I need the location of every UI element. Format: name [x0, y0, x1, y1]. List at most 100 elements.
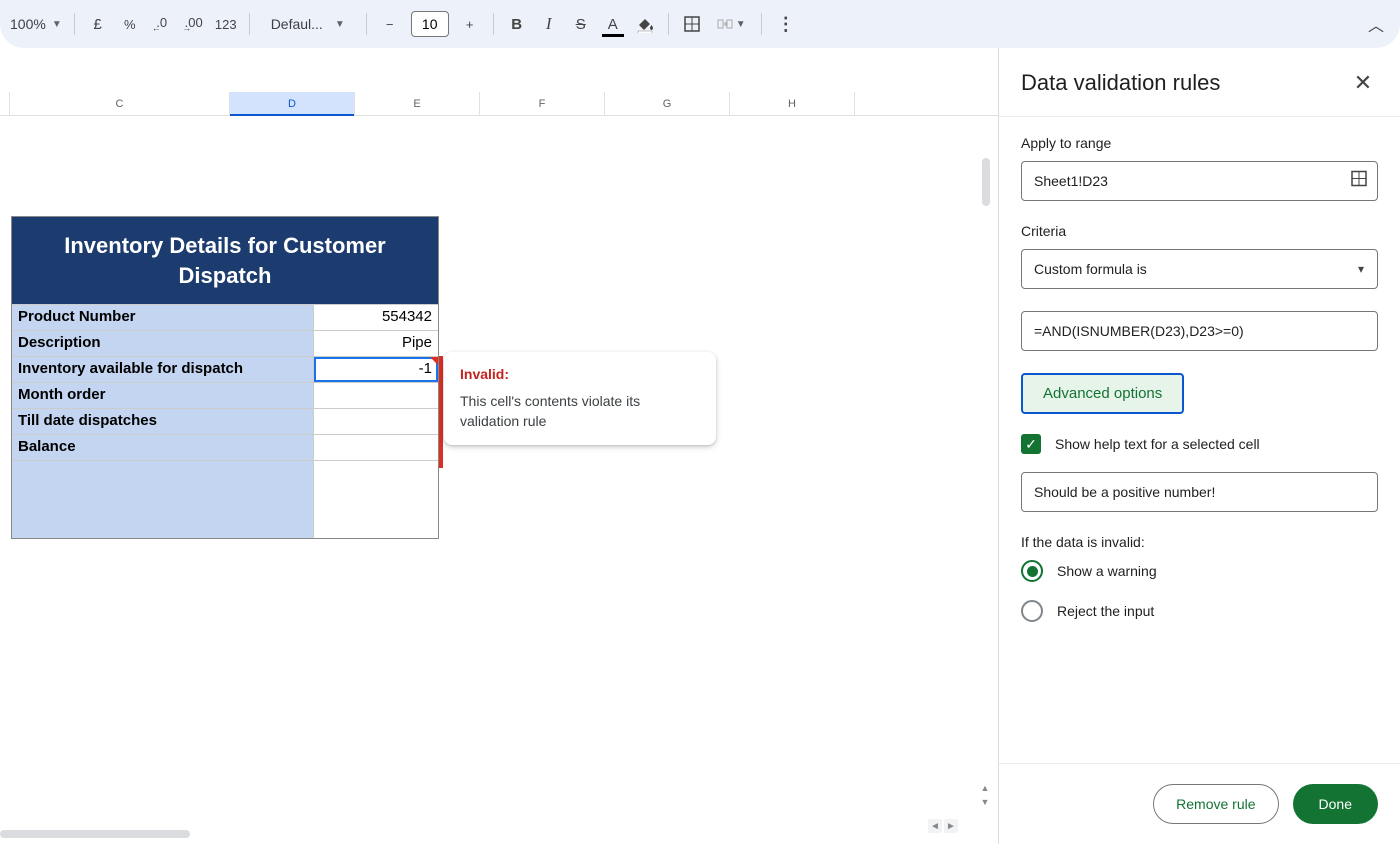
- column-header-d[interactable]: D: [230, 92, 355, 115]
- inventory-row-value[interactable]: Pipe: [314, 331, 438, 356]
- inventory-empty-rows: [12, 460, 438, 538]
- inventory-row-value[interactable]: [314, 435, 438, 460]
- column-header-e[interactable]: E: [355, 92, 480, 115]
- row-header-gutter: [0, 92, 10, 115]
- increase-fontsize-button[interactable]: +: [455, 9, 485, 39]
- invalid-data-label: If the data is invalid:: [1021, 534, 1378, 550]
- apply-range-input[interactable]: [1021, 161, 1378, 201]
- help-text-checkbox-row: ✓ Show help text for a selected cell: [1021, 434, 1378, 454]
- close-button[interactable]: ✕: [1348, 68, 1378, 98]
- radio-show-warning[interactable]: [1021, 560, 1043, 582]
- validation-tooltip-body: This cell's contents violate its validat…: [460, 392, 700, 431]
- validation-tooltip-title: Invalid:: [460, 366, 700, 382]
- fill-color-button[interactable]: [630, 9, 660, 39]
- inventory-row-label: Description: [12, 331, 314, 356]
- radio-reject-input-row: Reject the input: [1021, 600, 1378, 622]
- caret-down-icon: ▼: [736, 19, 746, 30]
- toolbar: 100% ▼ £ % .0← .00→ 123 Defaul... ▼ − + …: [0, 0, 1400, 48]
- inventory-row-label: Till date dispatches: [12, 409, 314, 434]
- borders-button[interactable]: [677, 9, 707, 39]
- bold-button[interactable]: B: [502, 9, 532, 39]
- inventory-row: Month order: [12, 382, 438, 408]
- sheet-nav-arrows: ◄ ►: [928, 819, 958, 833]
- select-range-icon[interactable]: [1350, 170, 1368, 193]
- radio-reject-input[interactable]: [1021, 600, 1043, 622]
- inventory-row-value[interactable]: [314, 383, 438, 408]
- inventory-row: Till date dispatches: [12, 408, 438, 434]
- text-color-button[interactable]: A: [598, 9, 628, 39]
- sidebar-title: Data validation rules: [1021, 70, 1220, 96]
- validation-tooltip: Invalid: This cell's contents violate it…: [444, 352, 716, 445]
- separator: [493, 13, 494, 35]
- separator: [249, 13, 250, 35]
- strikethrough-button[interactable]: S: [566, 9, 596, 39]
- data-validation-sidebar: Data validation rules ✕ Apply to range C…: [998, 48, 1400, 844]
- radio-show-warning-label: Show a warning: [1057, 563, 1157, 579]
- separator: [668, 13, 669, 35]
- radio-reject-input-label: Reject the input: [1057, 603, 1154, 619]
- chevron-up-icon: ︿: [1368, 12, 1384, 36]
- sidebar-header: Data validation rules ✕: [999, 48, 1400, 116]
- italic-button[interactable]: I: [534, 9, 564, 39]
- inventory-row-label: Inventory available for dispatch: [12, 357, 314, 382]
- help-text-checkbox[interactable]: ✓: [1021, 434, 1041, 454]
- inventory-row-value[interactable]: 554342: [314, 305, 438, 330]
- inventory-row: Product Number554342: [12, 304, 438, 330]
- inventory-row-label: Month order: [12, 383, 314, 408]
- inventory-row-value[interactable]: [314, 409, 438, 434]
- separator: [366, 13, 367, 35]
- formula-input[interactable]: [1021, 311, 1378, 351]
- scroll-down-icon[interactable]: ▼: [980, 796, 990, 808]
- criteria-label: Criteria: [1021, 223, 1378, 239]
- more-vert-icon: ⋮: [777, 14, 793, 35]
- fontsize-input[interactable]: [411, 11, 449, 37]
- sidebar-body: Apply to range Criteria Custom formula i…: [999, 117, 1400, 763]
- inventory-title: Inventory Details for Customer Dispatch: [12, 217, 438, 304]
- help-text-input[interactable]: [1021, 472, 1378, 512]
- remove-rule-button[interactable]: Remove rule: [1153, 784, 1278, 824]
- column-header-c[interactable]: C: [10, 92, 230, 115]
- scrollbar-thumb[interactable]: [0, 830, 190, 838]
- inventory-row-label: Product Number: [12, 305, 314, 330]
- zoom-value: 100%: [10, 16, 46, 32]
- decrease-fontsize-button[interactable]: −: [375, 9, 405, 39]
- vertical-scrollbar[interactable]: ▲ ▼: [980, 108, 990, 808]
- arrow-right-icon[interactable]: ►: [944, 819, 958, 833]
- sidebar-footer: Remove rule Done: [999, 763, 1400, 844]
- scrollbar-thumb[interactable]: [982, 158, 990, 206]
- format-123-button[interactable]: 123: [211, 9, 241, 39]
- font-name: Defaul...: [271, 16, 323, 32]
- main-area: CDEFGH Inventory Details for Customer Di…: [0, 48, 1400, 844]
- increase-decimal-button[interactable]: .00→: [179, 9, 209, 39]
- merge-icon: [716, 15, 734, 33]
- collapse-toolbar-button[interactable]: ︿: [1358, 9, 1394, 39]
- inventory-row-value[interactable]: -1: [314, 357, 438, 382]
- paint-bucket-icon: [636, 15, 654, 33]
- currency-button[interactable]: £: [83, 9, 113, 39]
- apply-range-label: Apply to range: [1021, 135, 1378, 151]
- borders-icon: [683, 15, 701, 33]
- column-header-h[interactable]: H: [730, 92, 855, 115]
- percent-button[interactable]: %: [115, 9, 145, 39]
- arrow-left-icon[interactable]: ◄: [928, 819, 942, 833]
- separator: [761, 13, 762, 35]
- decrease-decimal-button[interactable]: .0←: [147, 9, 177, 39]
- done-button[interactable]: Done: [1293, 784, 1378, 824]
- scroll-up-icon[interactable]: ▲: [980, 782, 990, 794]
- horizontal-scrollbar[interactable]: [0, 830, 960, 840]
- inventory-row: Inventory available for dispatch-1: [12, 356, 438, 382]
- more-button[interactable]: ⋮: [770, 9, 800, 39]
- column-header-g[interactable]: G: [605, 92, 730, 115]
- font-dropdown[interactable]: Defaul... ▼: [258, 9, 358, 39]
- caret-down-icon: ▼: [335, 19, 345, 30]
- spreadsheet-grid[interactable]: CDEFGH Inventory Details for Customer Di…: [0, 48, 998, 844]
- inventory-row: DescriptionPipe: [12, 330, 438, 356]
- column-header-f[interactable]: F: [480, 92, 605, 115]
- validation-error-marker: [439, 356, 443, 468]
- advanced-options-button[interactable]: Advanced options: [1021, 373, 1184, 414]
- zoom-dropdown[interactable]: 100% ▼: [6, 9, 66, 39]
- criteria-dropdown[interactable]: Custom formula is: [1021, 249, 1378, 289]
- merge-cells-button[interactable]: ▼: [709, 9, 753, 39]
- inventory-row: Balance: [12, 434, 438, 460]
- caret-down-icon: ▼: [52, 19, 62, 30]
